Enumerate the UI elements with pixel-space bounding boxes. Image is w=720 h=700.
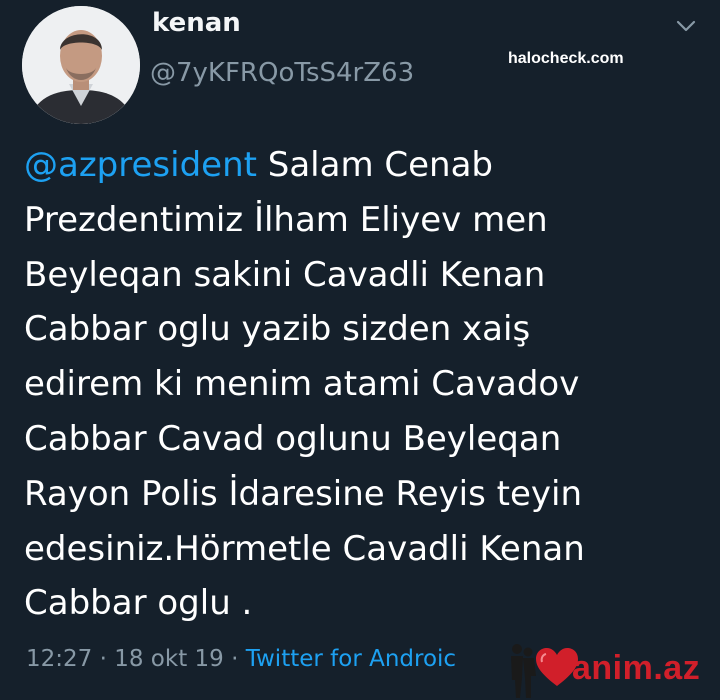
user-handle[interactable]: @7yKFRQoTsS4rZ63 bbox=[150, 58, 414, 88]
meta-separator: · bbox=[92, 646, 115, 672]
tweet-date[interactable]: 18 okt 19 bbox=[114, 646, 224, 672]
display-name[interactable]: kenan bbox=[152, 8, 241, 38]
tweet-body: Salam Cenab Prezdentimiz İlham Eliyev me… bbox=[24, 145, 585, 624]
tweet-text: @azpresident Salam Cenab Prezdentimiz İl… bbox=[24, 138, 694, 631]
canim-az-logo: anim.az bbox=[506, 640, 720, 700]
mention-link[interactable]: @azpresident bbox=[24, 145, 257, 185]
tweet-time[interactable]: 12:27 bbox=[26, 646, 92, 672]
avatar[interactable] bbox=[22, 6, 140, 124]
tweet-meta: 12:27 · 18 okt 19 · Twitter for Androic bbox=[26, 646, 456, 672]
tweet-source-link[interactable]: Twitter for Androic bbox=[246, 646, 456, 672]
watermark-halocheck: halocheck.com bbox=[508, 50, 624, 67]
meta-separator: · bbox=[223, 646, 246, 672]
chevron-down-icon[interactable] bbox=[674, 14, 698, 38]
brand-text: anim.az bbox=[572, 649, 701, 687]
